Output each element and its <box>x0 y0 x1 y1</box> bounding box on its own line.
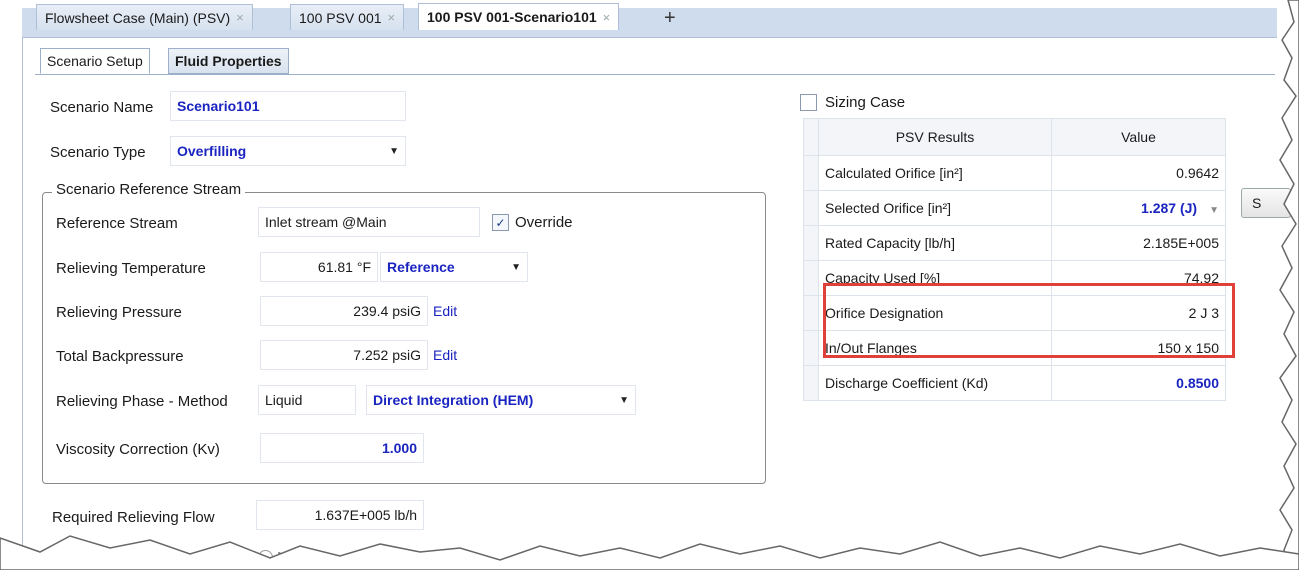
torn-edge-bottom <box>0 535 1299 570</box>
group-title: Scenario Reference Stream <box>52 181 246 198</box>
relieving-temperature-input[interactable]: 61.81 °F <box>260 252 378 282</box>
table-row[interactable]: Selected Orifice [in²] 1.287 (J) ▼ <box>803 190 1226 226</box>
relieving-temperature-label: Relieving Temperature <box>56 260 206 277</box>
tab-label: 100 PSV 001 <box>299 9 382 26</box>
row-header-cell <box>803 118 819 156</box>
sub-tab-divider <box>35 74 1275 75</box>
tab-label: Flowsheet Case (Main) (PSV) <box>45 9 231 26</box>
row-header-cell <box>803 365 819 401</box>
reference-stream-label: Reference Stream <box>56 215 178 232</box>
tab-psv-001-scenario101[interactable]: 100 PSV 001-Scenario101 × <box>418 3 620 30</box>
reference-stream-input[interactable]: Inlet stream @Main <box>258 207 480 237</box>
pressure-edit-link[interactable]: Edit <box>433 303 457 319</box>
row-header-cell <box>803 190 819 226</box>
add-tab-icon[interactable]: + <box>664 7 676 30</box>
relieving-pressure-label: Relieving Pressure <box>56 304 182 321</box>
viscosity-correction-input[interactable]: 1.000 <box>260 433 424 463</box>
row-header-cell <box>803 330 819 366</box>
total-backpressure-label: Total Backpressure <box>56 348 184 365</box>
table-row: Discharge Coefficient (Kd) 0.8500 <box>803 365 1226 401</box>
relieving-pressure-input[interactable]: 239.4 psiG <box>260 296 428 326</box>
chevron-down-icon: ▼ <box>511 261 521 273</box>
close-icon[interactable]: × <box>236 10 244 25</box>
sizing-case-label: Sizing Case <box>825 94 906 111</box>
scenario-type-label: Scenario Type <box>50 144 146 161</box>
viscosity-correction-label: Viscosity Correction (Kv) <box>56 441 220 458</box>
temperature-source-select[interactable]: Reference ▼ <box>380 252 528 282</box>
scenario-name-label: Scenario Name <box>50 99 154 116</box>
table-row: Rated Capacity [lb/h] 2.185E+005 <box>803 225 1226 261</box>
tab-flowsheet-case[interactable]: Flowsheet Case (Main) (PSV) × <box>36 4 253 30</box>
chevron-down-icon[interactable]: ▼ <box>1209 205 1219 216</box>
relieving-phase-label: Relieving Phase - Method <box>56 393 228 410</box>
relieving-phase-input[interactable]: Liquid <box>258 385 356 415</box>
tab-fluid-properties[interactable]: Fluid Properties <box>168 48 289 74</box>
row-header-cell <box>803 260 819 296</box>
row-header-cell <box>803 295 819 331</box>
table-header-row: PSV Results Value <box>803 118 1226 156</box>
result-label: Rated Capacity [lb/h] <box>818 225 1052 261</box>
result-label: Discharge Coefficient (Kd) <box>818 365 1052 401</box>
scenario-type-select[interactable]: Overfilling ▼ <box>170 136 406 166</box>
scenario-name-input[interactable]: Scenario101 <box>170 91 406 121</box>
scenario-type-value: Overfilling <box>177 143 247 159</box>
table-row: Calculated Orifice [in²] 0.9642 <box>803 155 1226 191</box>
total-backpressure-input[interactable]: 7.252 psiG <box>260 340 428 370</box>
result-value: 2.185E+005 <box>1051 225 1226 261</box>
selected-orifice-select[interactable]: 1.287 (J) ▼ <box>1051 190 1226 226</box>
relieving-method-value: Direct Integration (HEM) <box>373 392 534 408</box>
tab-psv-001[interactable]: 100 PSV 001 × <box>290 4 405 30</box>
result-value: 0.9642 <box>1051 155 1226 191</box>
torn-edge-right <box>1279 0 1299 570</box>
temperature-source-value: Reference <box>387 259 455 275</box>
close-icon[interactable]: × <box>603 10 611 25</box>
highlight-box <box>823 283 1235 358</box>
tab-label: 100 PSV 001-Scenario101 <box>427 9 597 25</box>
sizing-case-checkbox[interactable]: Sizing Case <box>800 94 905 111</box>
psv-results-table: PSV Results Value Calculated Orifice [in… <box>803 118 1226 401</box>
checkbox-icon <box>800 94 817 111</box>
result-label: Calculated Orifice [in²] <box>818 155 1052 191</box>
tab-scenario-setup[interactable]: Scenario Setup <box>40 48 150 74</box>
row-header-cell <box>803 225 819 261</box>
chevron-down-icon: ▼ <box>619 394 629 406</box>
result-value: 0.8500 <box>1051 365 1226 401</box>
result-label: Selected Orifice [in²] <box>818 190 1052 226</box>
column-header: PSV Results <box>818 118 1052 156</box>
backpressure-edit-link[interactable]: Edit <box>433 347 457 363</box>
result-value: 1.287 (J) <box>1141 200 1198 216</box>
column-header: Value <box>1051 118 1226 156</box>
chevron-down-icon: ▼ <box>389 145 399 157</box>
close-icon[interactable]: × <box>388 10 396 25</box>
row-header-cell <box>803 155 819 191</box>
relieving-method-select[interactable]: Direct Integration (HEM) ▼ <box>366 385 636 415</box>
checkmark-icon: ✓ <box>492 214 509 231</box>
override-checkbox[interactable]: ✓ Override <box>492 214 573 231</box>
override-label: Override <box>515 214 573 231</box>
